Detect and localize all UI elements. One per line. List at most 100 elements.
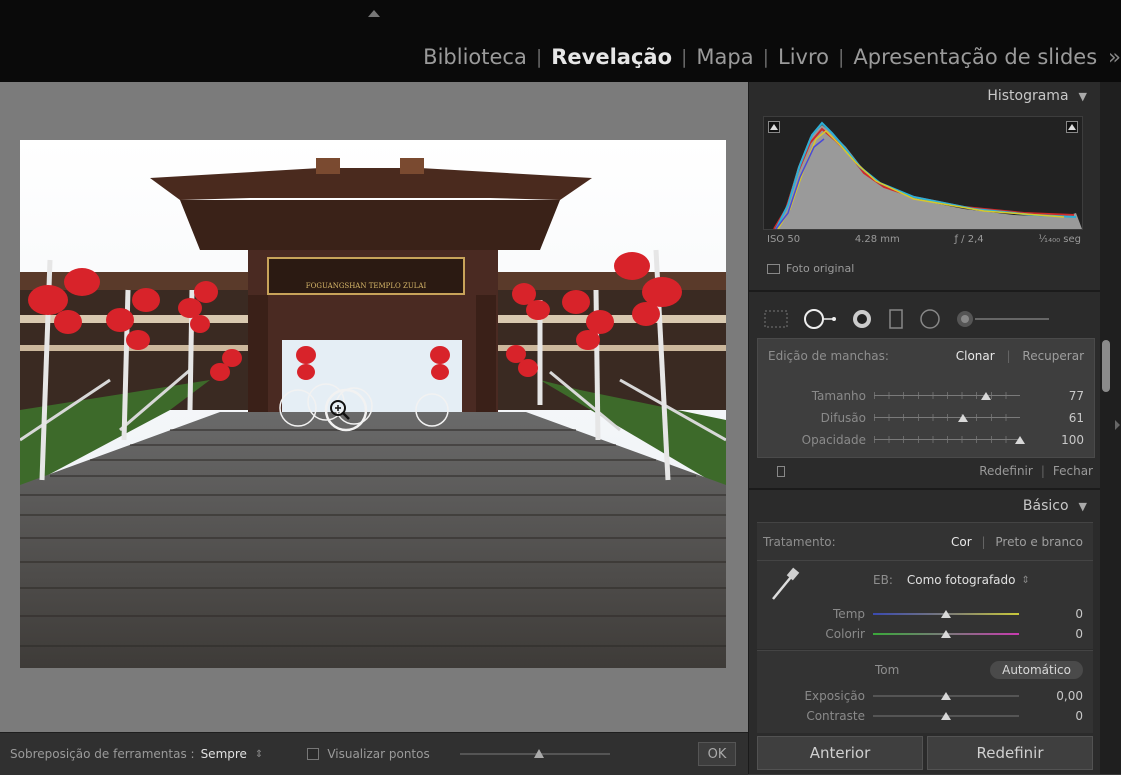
tool-overlay-arrows-icon[interactable]: ⇕ — [255, 749, 263, 760]
temp-slider[interactable] — [873, 609, 1019, 619]
module-develop[interactable]: Revelação — [542, 45, 681, 69]
original-photo-toggle[interactable]: Foto original — [767, 262, 854, 275]
radial-filter-icon[interactable] — [919, 308, 941, 330]
opacity-slider-thumb[interactable] — [1015, 436, 1025, 444]
temp-slider-row: Temp 0 — [757, 605, 1083, 623]
histogram-title: Histograma — [987, 88, 1069, 104]
size-slider-thumb[interactable] — [981, 392, 992, 400]
treatment-color-button[interactable]: Cor — [951, 535, 972, 549]
collapse-triangle-icon[interactable]: ▼ — [1079, 90, 1087, 103]
basic-header[interactable]: Básico ▼ — [749, 492, 1101, 520]
exif-shutter: ¹⁄₁₄₀₀ seg — [1038, 234, 1081, 245]
treatment-section: Tratamento: Cor | Preto e branco — [757, 522, 1093, 561]
auto-tone-button[interactable]: Automático — [990, 661, 1083, 679]
basic-title: Básico — [1022, 498, 1069, 514]
feather-slider[interactable] — [874, 413, 1020, 423]
exif-info: ISO 50 4.28 mm ƒ / 2,4 ¹⁄₁₄₀₀ seg — [767, 234, 1081, 245]
collapse-right-panel-icon[interactable] — [1115, 420, 1120, 430]
develop-right-panel: Histograma ▼ ISO 50 4.28 mm ƒ / 2,4 ¹⁄₁₄… — [748, 82, 1101, 774]
exposure-slider[interactable] — [873, 691, 1019, 701]
temp-slider-thumb[interactable] — [941, 610, 951, 618]
exif-aperture: ƒ / 2,4 — [954, 234, 984, 245]
treatment-bw-button[interactable]: Preto e branco — [995, 535, 1083, 549]
tone-section: Tom Automático Exposição 0,00 Contraste … — [757, 650, 1093, 733]
show-points-label: Visualizar pontos — [327, 747, 430, 761]
clone-mode-button[interactable]: Clonar — [956, 349, 995, 363]
opacity-label: Opacidade — [801, 433, 866, 447]
contrast-slider-row: Contraste 0 — [757, 707, 1083, 725]
spot-removal-icon[interactable] — [803, 308, 837, 330]
shadow-clipping-icon[interactable] — [768, 121, 780, 133]
spot-close-button[interactable]: Fechar — [1053, 464, 1093, 478]
panel-switch-icon[interactable] — [777, 466, 785, 477]
exposure-slider-thumb[interactable] — [941, 692, 951, 700]
contrast-slider-thumb[interactable] — [941, 712, 951, 720]
tint-slider[interactable] — [873, 629, 1019, 639]
histogram-graph[interactable] — [763, 116, 1083, 230]
exposure-value[interactable]: 0,00 — [1019, 689, 1083, 703]
collapse-top-panel-icon[interactable] — [368, 10, 380, 17]
original-photo-label: Foto original — [786, 262, 855, 275]
opacity-slider[interactable] — [874, 435, 1025, 445]
size-slider-row: Tamanho 77 — [758, 387, 1084, 405]
size-slider[interactable] — [874, 391, 1020, 401]
more-modules-icon[interactable]: » — [1106, 45, 1121, 69]
contrast-value[interactable]: 0 — [1019, 709, 1083, 723]
tool-overlay-dropdown[interactable]: Sempre — [201, 747, 247, 761]
image-canvas: FOGUANGSHAN TEMPLO ZULAI — [0, 82, 748, 732]
opacity-slider-row: Opacidade 100 — [758, 431, 1084, 449]
spot-removal-footer: Redefinir | Fechar — [757, 456, 1093, 486]
previous-button[interactable]: Anterior — [757, 736, 923, 770]
contrast-slider[interactable] — [873, 711, 1019, 721]
tint-slider-thumb[interactable] — [941, 630, 951, 638]
module-book[interactable]: Livro — [769, 45, 838, 69]
wb-dropdown[interactable]: Como fotografado — [907, 573, 1016, 587]
histogram-header[interactable]: Histograma ▼ — [749, 82, 1101, 110]
module-map[interactable]: Mapa — [687, 45, 762, 69]
photo-preview[interactable]: FOGUANGSHAN TEMPLO ZULAI — [20, 140, 726, 668]
basic-collapse-icon[interactable]: ▼ — [1079, 500, 1087, 513]
show-points-checkbox[interactable] — [307, 748, 320, 760]
wb-eyedropper-icon[interactable] — [767, 565, 803, 605]
exif-focal: 4.28 mm — [854, 234, 900, 245]
size-value[interactable]: 77 — [1020, 389, 1084, 403]
ok-button[interactable]: OK — [698, 742, 736, 766]
slider-thumb[interactable] — [533, 749, 544, 758]
spot-removal-panel: Edição de manchas: Clonar | Recuperar Ta… — [757, 338, 1095, 458]
temp-value[interactable]: 0 — [1019, 607, 1083, 621]
panel-scrollbar[interactable] — [1102, 340, 1110, 392]
points-size-slider[interactable] — [459, 748, 610, 760]
tint-label: Colorir — [825, 627, 865, 641]
opacity-value[interactable]: 100 — [1020, 433, 1084, 447]
tint-value[interactable]: 0 — [1019, 627, 1083, 641]
red-eye-icon[interactable] — [851, 308, 873, 330]
tint-slider-row: Colorir 0 — [757, 625, 1083, 643]
bottom-toolbar: Sobreposição de ferramentas : Sempre ⇕ V… — [0, 732, 748, 775]
wb-arrows-icon[interactable]: ⇕ — [1021, 575, 1029, 586]
module-list: Biblioteca | Revelação | Mapa | Livro | … — [414, 40, 1121, 74]
module-library[interactable]: Biblioteca — [414, 45, 536, 69]
exposure-slider-row: Exposição 0,00 — [757, 687, 1083, 705]
tool-strip — [763, 300, 1083, 338]
feather-slider-thumb[interactable] — [958, 414, 969, 422]
feather-label: Difusão — [820, 411, 866, 425]
treatment-label: Tratamento: — [763, 535, 836, 549]
spot-reset-button[interactable]: Redefinir — [979, 464, 1033, 478]
graduated-filter-icon[interactable] — [887, 308, 905, 330]
spot-edit-label: Edição de manchas: — [768, 349, 889, 363]
wb-label: EB: — [873, 573, 893, 587]
feather-slider-row: Difusão 61 — [758, 409, 1084, 427]
highlight-clipping-icon[interactable] — [1066, 121, 1078, 133]
gate-sign-text: FOGUANGSHAN TEMPLO ZULAI — [306, 282, 427, 290]
reset-button[interactable]: Redefinir — [927, 736, 1093, 770]
original-photo-icon — [767, 263, 780, 274]
exposure-label: Exposição — [804, 689, 865, 703]
feather-value[interactable]: 61 — [1020, 411, 1084, 425]
module-slideshow[interactable]: Apresentação de slides — [844, 45, 1106, 69]
heal-mode-button[interactable]: Recuperar — [1022, 349, 1084, 363]
adjustment-brush-icon[interactable] — [955, 308, 1051, 330]
crop-overlay-icon[interactable] — [763, 309, 789, 329]
exif-iso: ISO 50 — [767, 234, 801, 245]
module-picker-bar: Biblioteca | Revelação | Mapa | Livro | … — [0, 0, 1121, 82]
temp-label: Temp — [833, 607, 865, 621]
